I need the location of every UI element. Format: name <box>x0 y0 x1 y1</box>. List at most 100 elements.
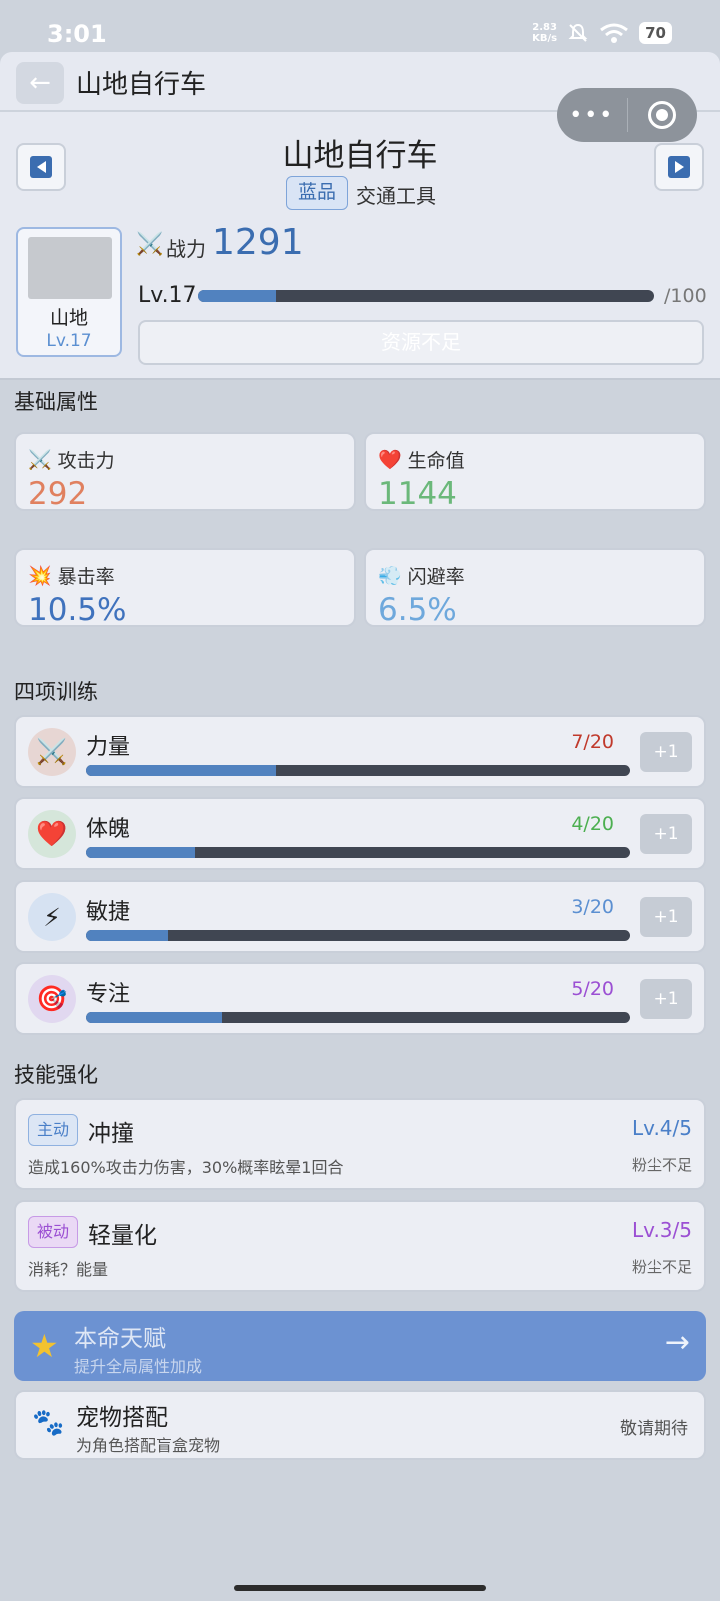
training-progress-fill <box>86 930 168 941</box>
explosion-icon: 💥 <box>28 565 52 587</box>
stat-label: 生命值 <box>407 450 465 472</box>
skill-type-tag: 主动 <box>28 1114 79 1146</box>
training-plus-button[interactable]: +1 <box>640 897 692 937</box>
training-row-agility: ⚡ 敏捷 3/20 +1 <box>14 880 706 953</box>
level-progress-fill <box>198 290 276 302</box>
training-name: 敏捷 <box>86 900 131 925</box>
back-button[interactable]: ← <box>16 62 64 104</box>
stat-label: 闪避率 <box>407 566 465 588</box>
skill-name: 轻量化 <box>88 1223 157 1249</box>
skill-card-active[interactable]: 主动 冲撞 Lv.4/5 造成160%攻击力伤害，30%概率眩晕1回合 粉尘不足 <box>14 1098 706 1190</box>
stat-label: 暴击率 <box>57 566 115 588</box>
talent-subtitle: 提升全局属性加成 <box>74 1357 203 1376</box>
heart-icon: ❤️ <box>378 449 402 471</box>
back-arrow-icon: ← <box>29 68 51 98</box>
thumbnail-level: Lv.17 <box>46 331 92 351</box>
thumbnail-image <box>28 237 112 299</box>
training-name: 力量 <box>86 735 131 760</box>
training-plus-button[interactable]: +1 <box>640 732 692 772</box>
more-menu-button[interactable]: ••• <box>557 103 627 128</box>
stat-card-hp: ❤️ 生命值 1144 <box>364 432 706 512</box>
skill-status: 粉尘不足 <box>631 1258 692 1276</box>
item-name: 山地自行车 <box>282 138 438 174</box>
target-icon: 🎯 <box>28 975 76 1023</box>
training-plus-button[interactable]: +1 <box>640 979 692 1019</box>
more-dots-icon: ••• <box>569 102 615 128</box>
training-plus-button[interactable]: +1 <box>640 814 692 854</box>
item-thumbnail[interactable]: 山地 Lv.17 <box>16 227 122 357</box>
stat-value: 10.5% <box>28 592 127 628</box>
lightning-icon: ⚡ <box>28 893 76 941</box>
swords-icon: ⚔️ <box>28 449 52 471</box>
training-row-physique: ❤️ 体魄 4/20 +1 <box>14 797 706 870</box>
page-title: 山地自行车 <box>76 70 207 100</box>
training-name: 专注 <box>86 982 131 1007</box>
power-value: 1291 <box>212 222 304 263</box>
training-progress-fill <box>86 1012 222 1023</box>
training-progress-fill <box>86 847 195 858</box>
pet-status: 敬请期待 <box>620 1419 688 1439</box>
net-speed-value: 2.83 <box>532 22 557 33</box>
battery-indicator: 70 <box>639 22 672 44</box>
training-progress-bar <box>86 765 630 776</box>
skill-level: Lv.4/5 <box>632 1116 692 1140</box>
pet-subtitle: 为角色搭配盲盒宠物 <box>76 1436 221 1455</box>
talent-title: 本命天赋 <box>74 1326 166 1352</box>
stat-card-crit: 💥 暴击率 10.5% <box>14 548 356 628</box>
status-time: 3:01 <box>47 20 107 48</box>
training-progress-bar <box>86 847 630 858</box>
training-progress-fill <box>86 765 277 776</box>
skill-description: 造成160%攻击力伤害，30%概率眩晕1回合 <box>28 1158 344 1177</box>
paw-icon: 🐾 <box>32 1408 65 1438</box>
close-miniprogram-button[interactable] <box>628 101 698 129</box>
talent-button[interactable]: ★ 本命天赋 提升全局属性加成 → <box>14 1311 706 1381</box>
skill-card-passive[interactable]: 被动 轻量化 Lv.3/5 消耗？能量 粉尘不足 <box>14 1200 706 1292</box>
power-label: 战力 <box>166 237 206 261</box>
swords-icon: ⚔️ <box>136 232 164 257</box>
training-count: 5/20 <box>571 978 614 1000</box>
skill-name: 冲撞 <box>88 1121 134 1147</box>
wind-icon: 💨 <box>378 565 402 587</box>
heart-icon: ❤️ <box>28 810 76 858</box>
level-label: Lv.17 <box>138 283 197 308</box>
net-speed-unit: KB/s <box>532 33 558 44</box>
stat-label: 攻击力 <box>57 450 115 472</box>
home-indicator[interactable] <box>234 1585 486 1591</box>
skill-status: 粉尘不足 <box>631 1156 692 1174</box>
stat-value: 1144 <box>378 476 457 512</box>
thumbnail-name: 山地 <box>49 307 88 329</box>
skill-type-tag: 被动 <box>28 1216 79 1248</box>
basic-attributes-title: 基础属性 <box>14 390 98 414</box>
training-progress-bar <box>86 930 630 941</box>
wifi-icon <box>600 23 629 43</box>
target-circle-icon <box>648 101 677 129</box>
level-max: /100 <box>664 285 707 307</box>
swords-icon: ⚔️ <box>28 728 76 776</box>
stat-card-dodge: 💨 闪避率 6.5% <box>364 548 706 628</box>
skills-title: 技能强化 <box>14 1063 98 1087</box>
stat-card-attack: ⚔️ 攻击力 292 <box>14 432 356 512</box>
mute-bell-icon <box>568 23 588 42</box>
pet-title: 宠物搭配 <box>76 1405 168 1431</box>
star-icon: ★ <box>30 1327 59 1365</box>
level-progress-bar <box>198 290 654 302</box>
training-count: 4/20 <box>571 813 614 835</box>
training-progress-bar <box>86 1012 630 1023</box>
status-icons: 2.83 KB/s 70 <box>532 22 672 44</box>
skill-level: Lv.3/5 <box>632 1218 692 1242</box>
rarity-badge: 蓝品 <box>286 176 348 210</box>
stat-value: 292 <box>28 476 88 512</box>
training-row-strength: ⚔️ 力量 7/20 +1 <box>14 715 706 788</box>
training-row-focus: 🎯 专注 5/20 +1 <box>14 962 706 1035</box>
stat-value: 6.5% <box>378 592 457 628</box>
training-name: 体魄 <box>86 817 131 842</box>
upgrade-button[interactable]: 资源不足 <box>138 320 704 365</box>
item-category: 交通工具 <box>356 184 436 208</box>
pet-pairing-card[interactable]: 🐾 宠物搭配 为角色搭配盲盒宠物 敬请期待 <box>14 1390 706 1460</box>
skill-description: 消耗？能量 <box>28 1260 109 1279</box>
training-count: 7/20 <box>571 731 614 753</box>
training-count: 3/20 <box>571 896 614 918</box>
training-title: 四项训练 <box>14 680 98 704</box>
arrow-right-icon: → <box>664 1325 690 1360</box>
net-speed: 2.83 KB/s <box>532 22 557 44</box>
